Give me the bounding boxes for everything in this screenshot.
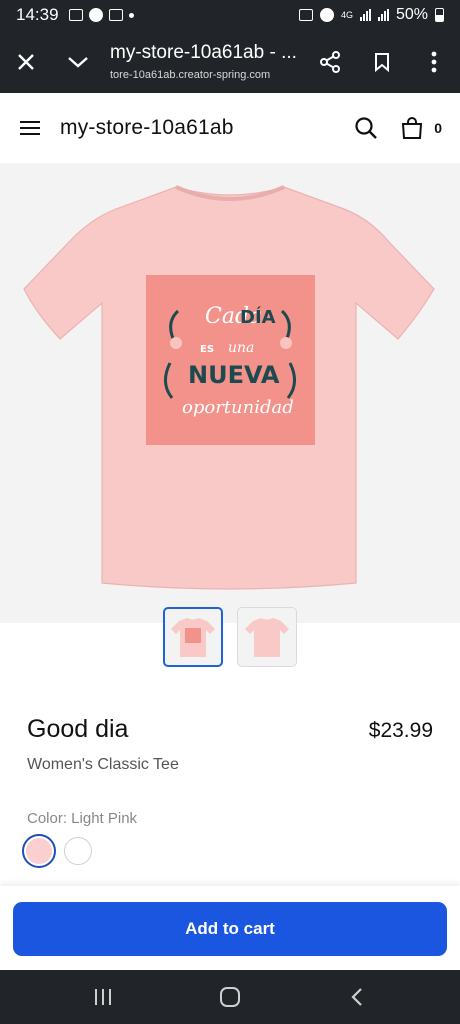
close-tab-button[interactable] — [0, 36, 52, 88]
url-area[interactable]: my-store-10a61ab - ... tore-10a61ab.crea… — [104, 42, 304, 81]
bookmark-button[interactable] — [356, 36, 408, 88]
design-text-oportunidad: oportunidad — [182, 397, 294, 418]
design-text-nueva: NUEVA — [188, 361, 280, 389]
thumbnail-strip — [0, 607, 460, 667]
recent-apps-icon — [95, 989, 112, 1005]
thumbnail-back[interactable] — [237, 607, 297, 667]
store-name[interactable]: my-store-10a61ab — [60, 116, 234, 140]
close-icon — [18, 53, 34, 70]
add-to-cart-bar: Add to cart — [0, 886, 460, 970]
design-text-dia: DÍA — [240, 306, 276, 328]
color-label: Color: Light Pink — [27, 810, 138, 827]
thumbnail-front[interactable] — [163, 607, 223, 667]
page-title: my-store-10a61ab - ... — [110, 42, 297, 63]
menu-button[interactable] — [0, 98, 60, 158]
status-bar: 14:39 4G 50% — [0, 0, 460, 30]
product-type: Women's Classic Tee — [27, 756, 179, 773]
back-button[interactable] — [327, 977, 387, 1017]
shopping-bag-icon — [402, 117, 423, 139]
print-area — [146, 275, 315, 445]
chevron-down-icon — [68, 56, 88, 68]
product-price: $23.99 — [368, 719, 433, 742]
tshirt-image: Cada DÍA ES una NUEVA oportunidad — [23, 185, 435, 590]
alarm-icon — [298, 9, 313, 21]
share-button[interactable] — [304, 36, 356, 88]
more-notifications-icon — [128, 12, 134, 18]
more-options-button[interactable] — [408, 36, 460, 88]
minimize-button[interactable] — [52, 36, 104, 88]
thumbnail-back-image — [245, 618, 289, 657]
home-button[interactable] — [200, 977, 260, 1017]
share-icon — [320, 50, 340, 73]
back-icon — [351, 988, 362, 1006]
design-text-es: ES — [200, 344, 214, 355]
home-icon — [219, 987, 240, 1007]
left-flower — [170, 337, 182, 349]
right-flower — [280, 337, 292, 349]
product-image[interactable]: Cada DÍA ES una NUEVA oportunidad — [0, 163, 460, 623]
battery-icon — [435, 8, 444, 22]
cart-count: 0 — [434, 120, 442, 136]
system-nav-bar — [0, 970, 460, 1024]
signal-icon — [359, 9, 371, 21]
swatch-light-pink[interactable] — [22, 834, 56, 868]
product-info: Good dia $23.99 Women's Classic Tee — [27, 715, 433, 774]
hamburger-icon — [20, 121, 40, 135]
notification-icons — [68, 8, 134, 22]
gallery-icon — [68, 9, 83, 21]
status-time: 14:39 — [16, 5, 59, 24]
thumbnail-front-image — [171, 618, 215, 657]
app-notification-icon — [88, 8, 103, 22]
swatch-white[interactable] — [64, 837, 92, 865]
recent-apps-button[interactable] — [73, 977, 133, 1017]
color-swatches — [22, 834, 92, 868]
cloud-icon — [108, 9, 123, 21]
page-url: tore-10a61ab.creator-spring.com — [110, 69, 271, 81]
add-to-cart-button[interactable]: Add to cart — [13, 902, 447, 956]
browser-toolbar: my-store-10a61ab - ... tore-10a61ab.crea… — [0, 30, 460, 93]
cart-button[interactable] — [392, 102, 432, 154]
network-type: 4G — [340, 10, 353, 20]
search-icon — [355, 117, 378, 139]
search-button[interactable] — [340, 102, 392, 154]
battery-percent: 50% — [395, 6, 428, 23]
clock-icon — [319, 8, 334, 22]
design-text-una: una — [228, 340, 254, 356]
bookmark-icon — [375, 52, 389, 72]
signal-icon-2 — [377, 9, 389, 21]
more-vert-icon — [431, 51, 437, 72]
store-header: my-store-10a61ab 0 — [0, 93, 460, 163]
